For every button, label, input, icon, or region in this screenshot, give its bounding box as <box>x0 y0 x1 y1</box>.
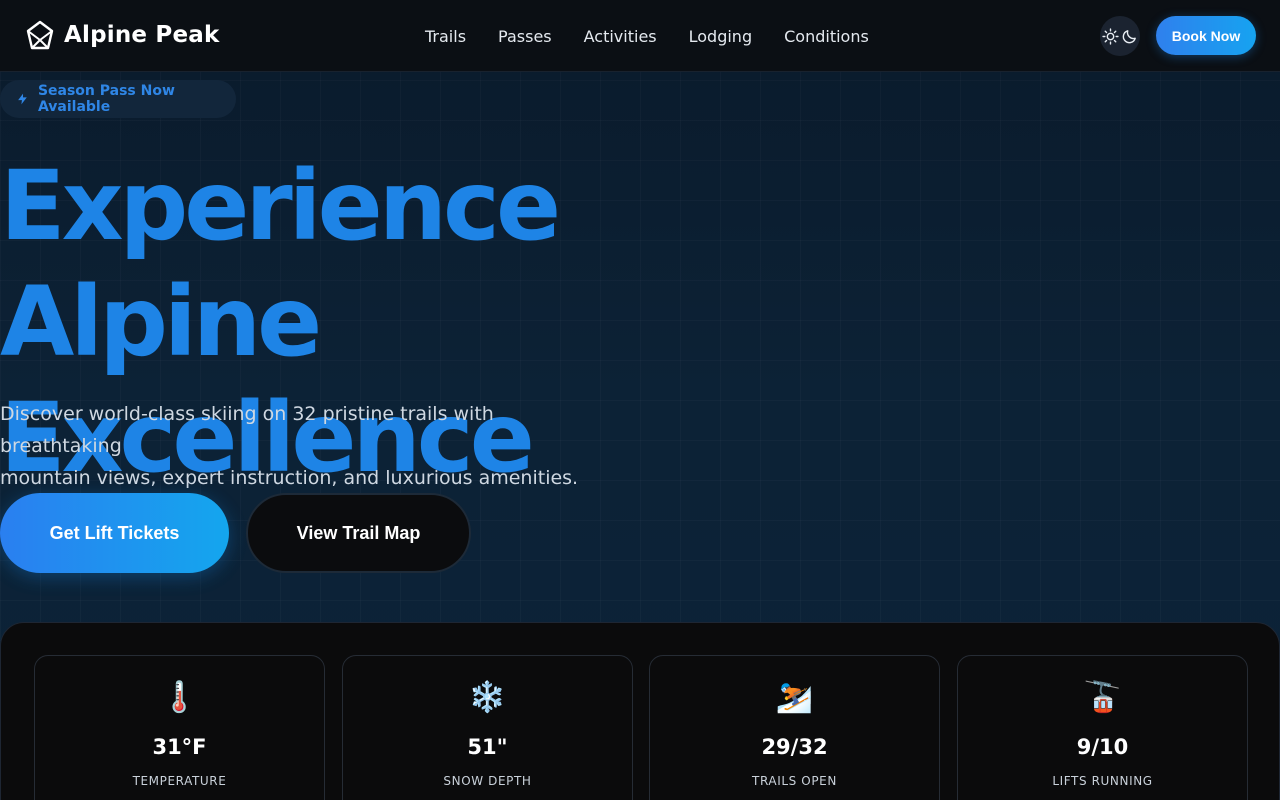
moon-icon <box>1122 29 1136 43</box>
theme-toggle-button[interactable] <box>1100 16 1140 56</box>
nav-conditions[interactable]: Conditions <box>784 27 869 46</box>
stat-value: 29/32 <box>761 735 828 759</box>
brand-logo[interactable]: Alpine Peak <box>26 20 220 50</box>
badge-label: Season Pass Now Available <box>37 83 175 115</box>
stat-card-trails-open: ⛷️ 29/32 TRAILS OPEN <box>649 655 940 800</box>
season-pass-badge[interactable]: Season Pass Now Available <box>0 80 236 118</box>
stat-value: 9/10 <box>1076 735 1129 759</box>
stat-value: 31°F <box>152 735 207 759</box>
stat-label: TEMPERATURE <box>132 774 227 788</box>
main-nav: Trails Passes Activities Lodging Conditi… <box>425 0 869 72</box>
skier-icon: ⛷️ <box>775 680 814 715</box>
get-lift-tickets-button[interactable]: Get Lift Tickets <box>0 493 229 573</box>
gondola-icon: 🚡 <box>1083 680 1122 715</box>
conditions-stats-panel: 🌡️ 31°F TEMPERATURE ❄️ 51" SNOW DEPTH ⛷️… <box>0 622 1280 800</box>
snowflake-icon: ❄️ <box>468 680 507 715</box>
brand-name: Alpine Peak <box>64 22 220 48</box>
sun-icon <box>1102 27 1119 45</box>
hero-subtitle-line-1: Discover world-class skiing on 32 pristi… <box>0 403 494 457</box>
nav-trails[interactable]: Trails <box>425 27 466 46</box>
hero-subtitle-line-2: mountain views, expert instruction, and … <box>0 467 579 489</box>
lightning-icon <box>18 93 27 105</box>
stat-label: TRAILS OPEN <box>752 774 837 788</box>
nav-lodging[interactable]: Lodging <box>689 27 752 46</box>
stat-card-temperature: 🌡️ 31°F TEMPERATURE <box>34 655 325 800</box>
stat-card-lifts-running: 🚡 9/10 LIFTS RUNNING <box>957 655 1248 800</box>
thermometer-icon: 🌡️ <box>160 680 199 715</box>
nav-activities[interactable]: Activities <box>584 27 657 46</box>
stat-label: LIFTS RUNNING <box>1052 774 1153 788</box>
site-header: Alpine Peak Trails Passes Activities Lod… <box>0 0 1280 72</box>
view-trail-map-button[interactable]: View Trail Map <box>246 493 471 573</box>
nav-passes[interactable]: Passes <box>498 27 552 46</box>
page: Alpine Peak Trails Passes Activities Lod… <box>0 0 1280 800</box>
stat-card-snow-depth: ❄️ 51" SNOW DEPTH <box>342 655 633 800</box>
stat-label: SNOW DEPTH <box>443 774 532 788</box>
hero-subtitle: Discover world-class skiing on 32 pristi… <box>0 398 620 494</box>
book-now-button[interactable]: Book Now <box>1156 16 1256 55</box>
mountain-gem-icon <box>26 20 54 50</box>
stat-value: 51" <box>467 735 508 759</box>
hero-title-line-1: Experience Alpine <box>0 150 561 378</box>
